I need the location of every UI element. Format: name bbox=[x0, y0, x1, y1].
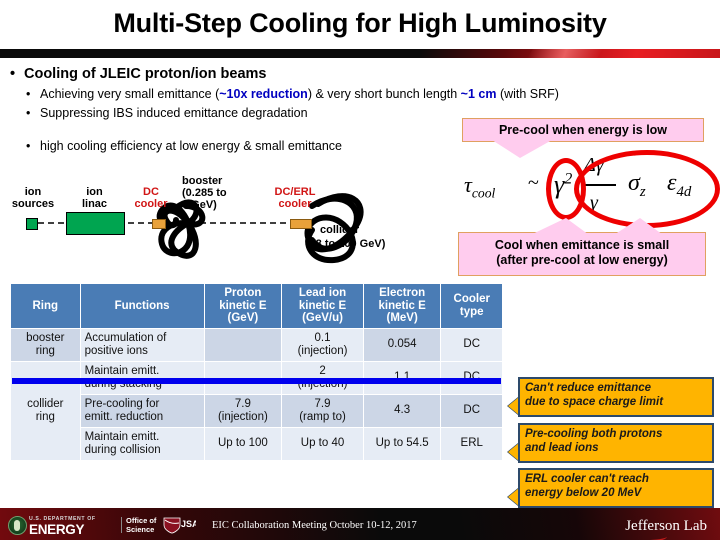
cell-lead-0: 0.1 (injection) bbox=[281, 327, 364, 362]
cell-electron-2: 4.3 bbox=[362, 393, 442, 428]
pink-callout-bottom-pointer bbox=[520, 218, 670, 240]
doe-logo-text: U.S. DEPARTMENT OF ENERGY bbox=[29, 515, 96, 537]
collider-dcerl-cooler-block bbox=[290, 219, 312, 229]
cell-function-3: Maintain emitt. during collision bbox=[79, 426, 205, 461]
th-proton-kinetic-e: Proton kinetic E (GeV) bbox=[203, 283, 283, 329]
bullet-marker: • bbox=[10, 66, 16, 82]
cell-proton-3: Up to 100 bbox=[203, 426, 283, 461]
cell-cooler-0: DC bbox=[440, 327, 503, 362]
cell-proton-2: 7.9 (injection) bbox=[203, 393, 283, 428]
sub1-pre: Achieving very small emittance ( bbox=[40, 87, 220, 101]
callout-cool-line2: (after pre-cool at low energy) bbox=[496, 253, 668, 267]
cell-electron-3: Up to 54.5 bbox=[362, 426, 442, 461]
cell-proton-0 bbox=[203, 327, 283, 362]
label-ion-sources: ion sources bbox=[11, 186, 55, 210]
svg-text:JSA: JSA bbox=[181, 519, 196, 529]
callout-pre-cool-low-energy: Pre-cool when energy is low bbox=[462, 118, 704, 142]
th-functions: Functions bbox=[79, 283, 205, 329]
booster-dc-cooler-block bbox=[152, 219, 166, 229]
ion-linac-block bbox=[66, 212, 125, 235]
cell-cooler-2: DC bbox=[440, 393, 503, 428]
table-row: Maintain emitt. during collision Up to 1… bbox=[11, 426, 503, 461]
cell-lead-3: Up to 40 bbox=[281, 426, 364, 461]
label-collider: collider bbox=[320, 224, 360, 236]
label-dcerl-cooler: DC/ERL cooler bbox=[274, 186, 316, 210]
th-lead-ion-kinetic-e: Lead ion kinetic E (GeV/u) bbox=[281, 283, 364, 329]
bullet-sub2: • Suppressing IBS induced emittance degra… bbox=[26, 106, 308, 120]
jefferson-lab-swish-icon bbox=[633, 532, 668, 540]
label-collider-energy: (8 to 100 GeV) bbox=[312, 238, 386, 250]
th-electron-kinetic-e: Electron kinetic E (MeV) bbox=[362, 283, 442, 329]
sub1-post: (with SRF) bbox=[496, 87, 559, 101]
sub3-label: high cooling efficiency at low energy & … bbox=[40, 139, 343, 153]
yellow2-line2: and lead ions bbox=[525, 442, 599, 454]
footer-meeting-text: EIC Collaboration Meeting October 10-12,… bbox=[212, 520, 417, 531]
cell-electron-0: 0.054 bbox=[362, 327, 442, 362]
slide-canvas: Multi-Step Cooling for High Luminosity •… bbox=[0, 0, 720, 540]
accelerator-chain-diagram: ion sources ion linac DC cooler booster … bbox=[0, 168, 460, 276]
table-row: Pre-cooling for emitt. reduction 7.9 (in… bbox=[11, 393, 503, 428]
doe-energy-label: ENERGY bbox=[29, 522, 85, 537]
jefferson-lab-logo: Jefferson Lab bbox=[625, 518, 707, 540]
label-dc-cooler: DC cooler bbox=[134, 186, 168, 210]
sub1-highlight-reduction: ~10x reduction bbox=[219, 87, 308, 101]
th-ring: Ring bbox=[10, 283, 81, 329]
office-line2: Science bbox=[126, 524, 155, 534]
slide-footer: U.S. DEPARTMENT OF ENERGY Office of Scie… bbox=[0, 508, 720, 540]
bullet-level1-label: Cooling of JLEIC proton/ion beams bbox=[24, 66, 267, 82]
title-divider-bar bbox=[0, 49, 720, 58]
bullet-sub3: • high cooling efficiency at low energy &… bbox=[26, 139, 342, 153]
jsa-logo-icon: JSA bbox=[163, 517, 196, 534]
yellow3-line2: energy below 20 MeV bbox=[525, 487, 642, 499]
cell-function-0: Accumulation of positive ions bbox=[79, 327, 205, 362]
callout-erl-energy-limit: ERL cooler can't reach energy below 20 M… bbox=[518, 468, 714, 508]
yellow1-line1: Can't reduce emittance bbox=[525, 382, 652, 394]
cell-ring-booster: booster ring bbox=[10, 327, 81, 362]
callout-cool-line1: Cool when emittance is small bbox=[494, 238, 670, 252]
formula-tilde: ~ bbox=[528, 172, 539, 194]
label-ion-linac: ion linac bbox=[81, 186, 108, 210]
sub2-label: Suppressing IBS induced emittance degrad… bbox=[40, 106, 308, 120]
ellipse-emittance-highlight bbox=[574, 150, 720, 228]
label-booster: booster (0.285 to 8 GeV) bbox=[182, 175, 227, 211]
callout-space-charge-limit: Can't reduce emittance due to space char… bbox=[518, 377, 714, 417]
red-swoosh-highlight bbox=[527, 49, 603, 58]
th-cooler-type: Cooler type bbox=[440, 283, 503, 329]
bullet-level1: • Cooling of JLEIC proton/ion beams bbox=[10, 66, 266, 82]
page-title: Multi-Step Cooling for High Luminosity bbox=[113, 8, 607, 38]
formula-tau: τcool bbox=[464, 172, 496, 201]
footer-divider bbox=[121, 517, 122, 533]
cell-ring-collider: collider ring bbox=[10, 360, 81, 461]
sub1-mid: ) & very short bunch length bbox=[307, 87, 461, 101]
table-row: booster ring Accumulation of positive io… bbox=[10, 327, 503, 362]
cell-cooler-3: ERL bbox=[440, 426, 503, 461]
table-header-row: Ring Functions Proton kinetic E (GeV) Le… bbox=[10, 283, 503, 329]
bullet-sub1: • Achieving very small emittance (~10x re… bbox=[26, 87, 559, 101]
cell-lead-2: 7.9 (ramp to) bbox=[281, 393, 364, 428]
yellow1-line2: due to space charge limit bbox=[525, 396, 664, 408]
callout-pre-cooling-protons-lead: Pre-cooling both protons and lead ions bbox=[518, 423, 714, 463]
table-section-separator bbox=[12, 378, 501, 384]
bullet-marker: • bbox=[26, 106, 31, 120]
yellow3-line1: ERL cooler can't reach bbox=[525, 473, 649, 485]
doe-seal-icon bbox=[8, 516, 27, 535]
yellow2-line1: Pre-cooling both protons bbox=[525, 428, 663, 440]
ion-sources-marker bbox=[26, 218, 38, 230]
bullet-marker: • bbox=[26, 139, 31, 153]
bullet-marker: • bbox=[26, 87, 31, 101]
cell-function-2: Pre-cooling for emitt. reduction bbox=[79, 393, 205, 428]
cooling-parameters-table: Ring Functions Proton kinetic E (GeV) Le… bbox=[10, 283, 503, 461]
office-of-science-label: Office of Science bbox=[126, 516, 156, 534]
sub1-highlight-bunchlength: ~1 cm bbox=[460, 87, 497, 101]
